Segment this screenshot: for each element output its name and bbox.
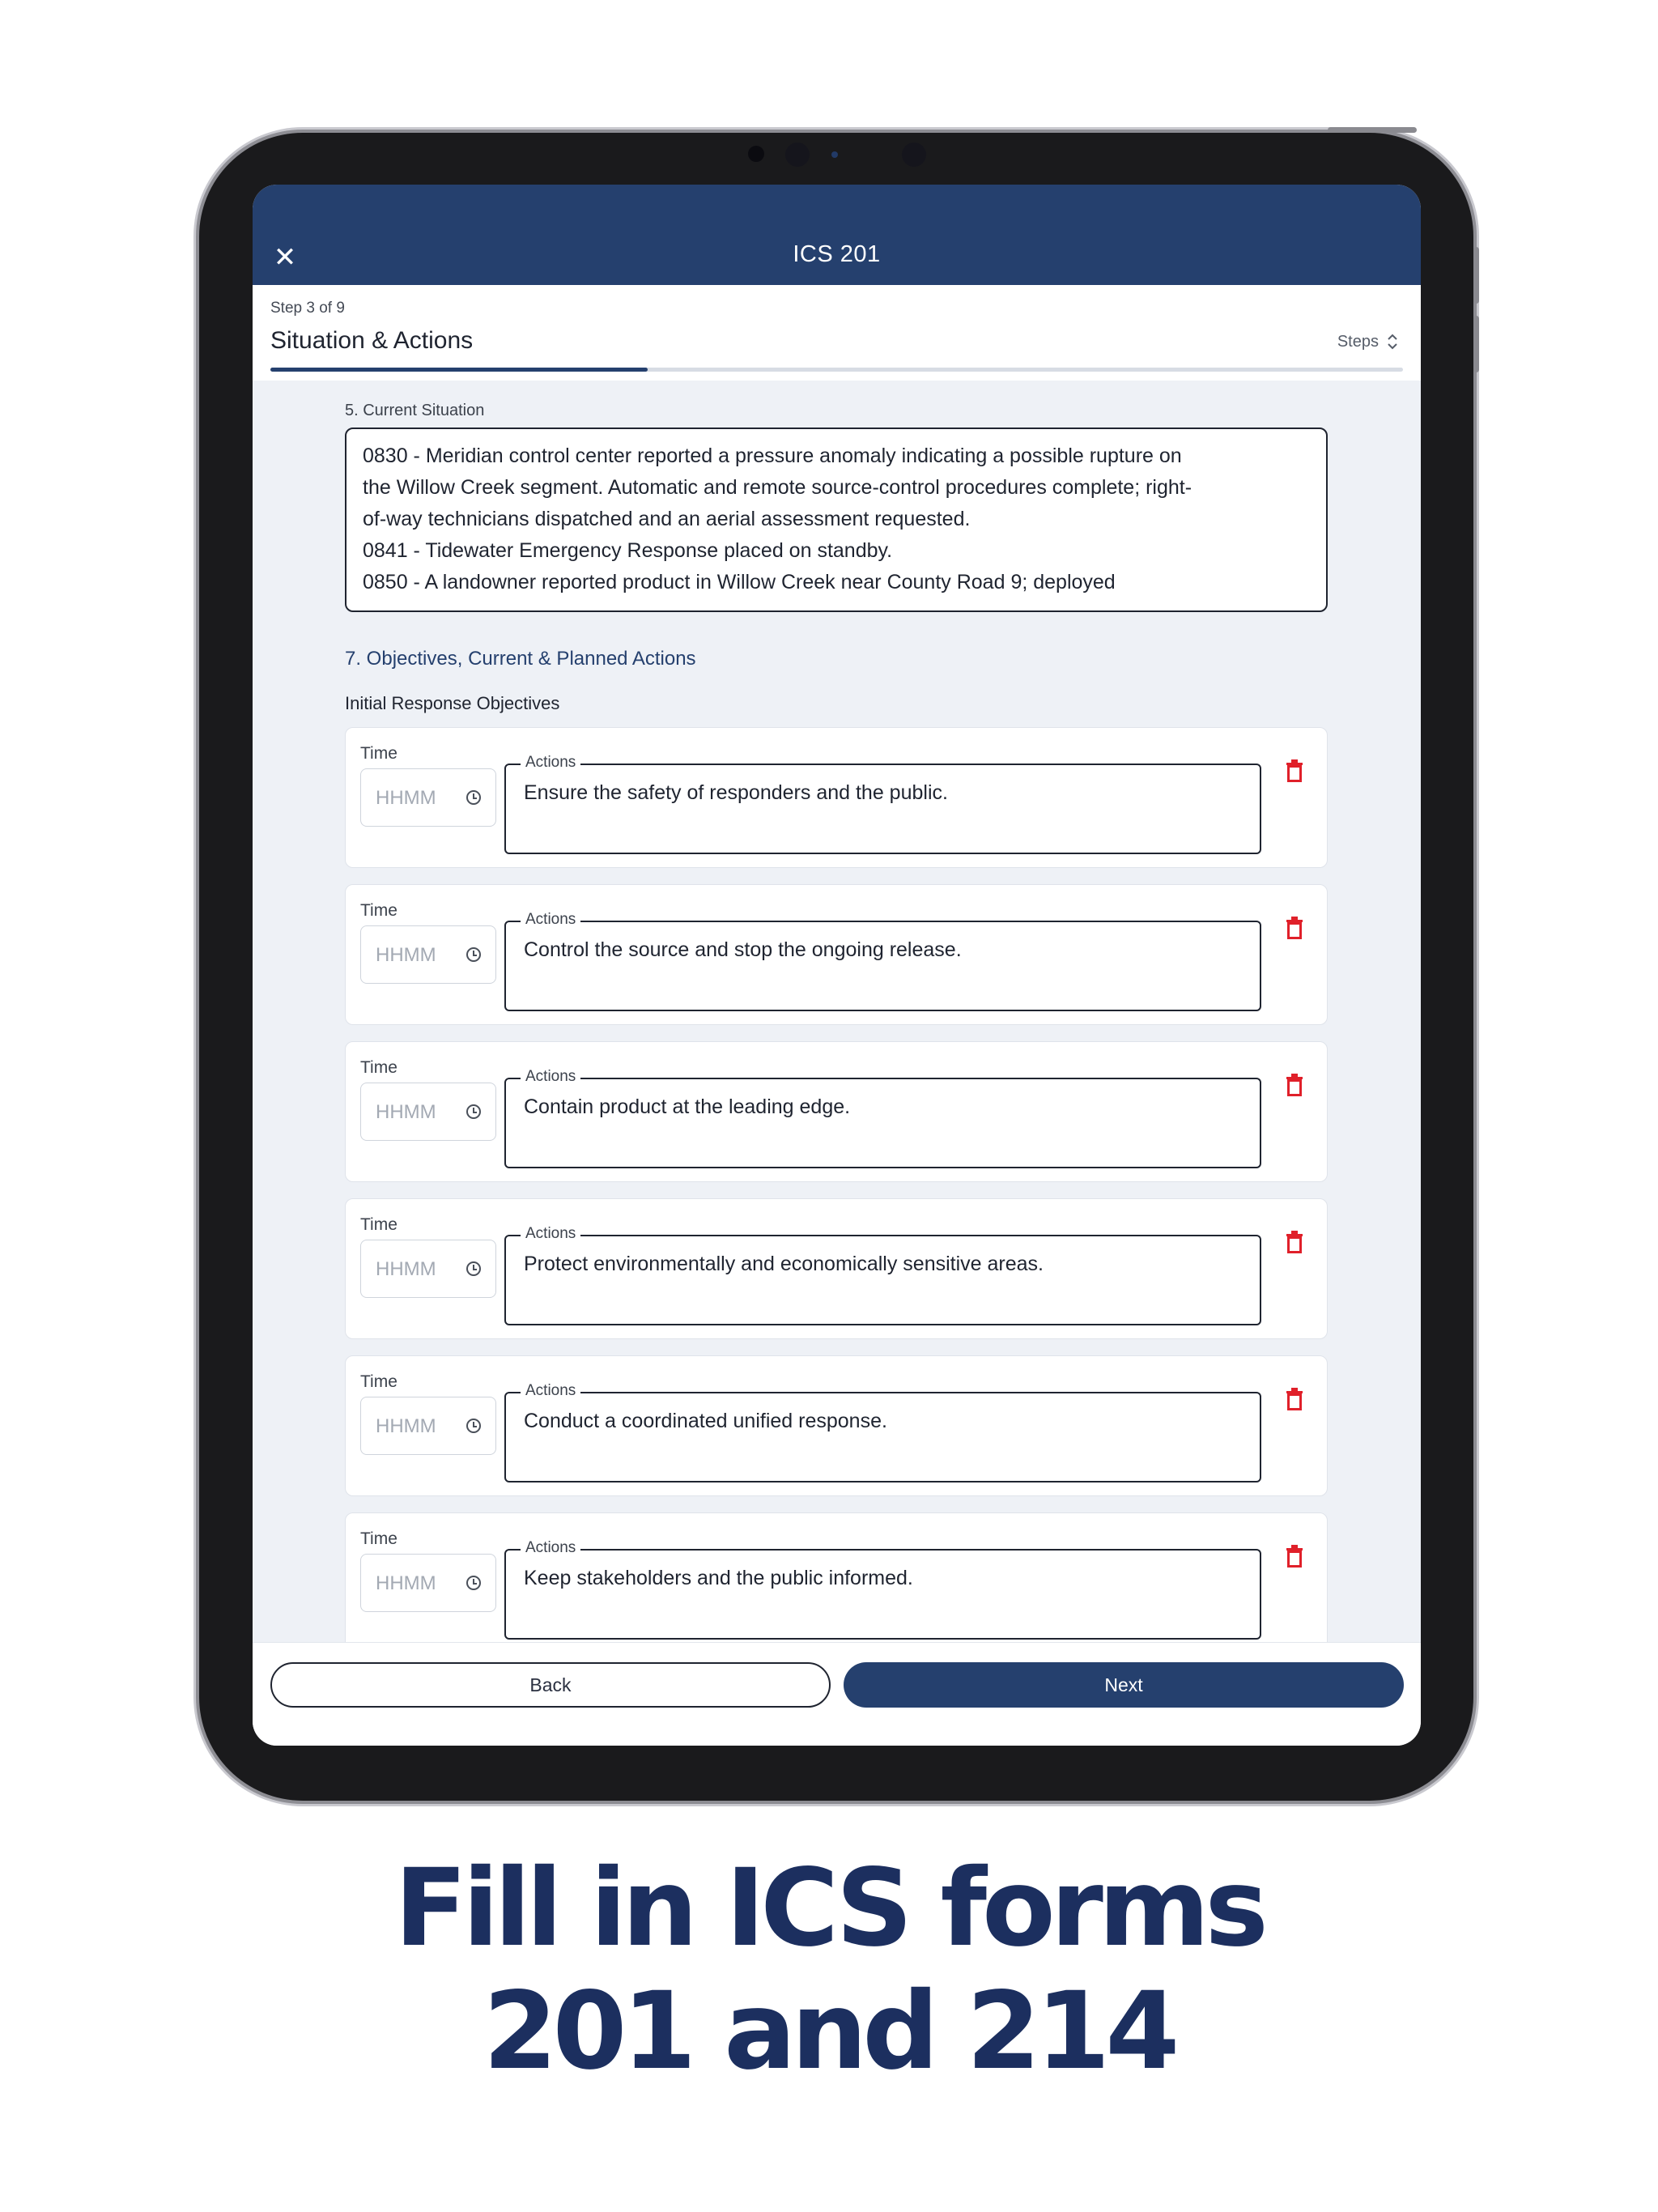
time-input[interactable]: HHMM [360,1083,496,1141]
time-label: Time [360,1058,397,1077]
time-input[interactable]: HHMM [360,925,496,984]
progress-track [270,368,1403,372]
steps-button[interactable]: Steps [1337,332,1398,351]
tablet-volume-down [1473,316,1479,372]
actions-value: Ensure the safety of responders and the … [524,781,948,804]
time-placeholder: HHMM [376,1415,436,1437]
time-placeholder: HHMM [376,1258,436,1280]
clock-icon[interactable] [466,790,481,805]
objective-card: Time HHMM Actions Protect environmentally a… [345,1198,1328,1339]
trash-icon[interactable] [1284,1073,1305,1097]
caption-line-1: Fill in ICS forms [394,1846,1269,1971]
clock-icon[interactable] [466,1104,481,1119]
time-placeholder: HHMM [376,1572,436,1594]
actions-label: Actions [521,1225,581,1243]
actions-field[interactable]: Actions Control the source and stop the o… [504,911,1261,1011]
actions-value: Protect environmentally and economically… [524,1253,1044,1275]
next-button[interactable]: Next [844,1662,1404,1708]
actions-value: Contain product at the leading edge. [524,1095,851,1118]
situation-line: of-way technicians dispatched and an aer… [363,508,971,530]
camera-lens [785,143,810,167]
actions-field[interactable]: Actions Protect environmentally and econo… [504,1225,1261,1325]
trash-icon[interactable] [1284,1387,1305,1411]
camera-sensor [831,151,838,158]
objective-card: Time HHMM Actions Control the source and st… [345,884,1328,1025]
form-content[interactable]: 5. Current Situation 0830 - Meridian con… [253,381,1421,1642]
actions-field[interactable]: Actions Contain product at the leading ed… [504,1068,1261,1168]
situation-line: the Willow Creek segment. Automatic and … [363,476,1192,499]
clock-icon[interactable] [466,947,481,962]
actions-label: Actions [521,754,581,772]
steps-button-label: Steps [1337,332,1379,351]
trash-icon[interactable] [1284,759,1305,783]
objective-card: Time HHMM Actions Contain product at the le… [345,1041,1328,1182]
step-title: Situation & Actions [270,327,474,354]
time-placeholder: HHMM [376,787,436,809]
app-screen: ✕ ICS 201 Step 3 of 9 Situation & Action… [253,185,1421,1746]
current-situation-label: 5. Current Situation [345,402,485,419]
trash-icon[interactable] [1284,1544,1305,1568]
actions-label: Actions [521,1068,581,1086]
step-bar: Step 3 of 9 Situation & Actions Steps [253,285,1421,381]
footer-bar: Back Next [253,1642,1421,1746]
time-input[interactable]: HHMM [360,768,496,827]
time-label: Time [360,901,397,920]
tablet-top-button [1328,127,1417,133]
objective-card: Time HHMM Actions Conduct a coordinated uni… [345,1355,1328,1496]
camera-dot-right [902,143,926,167]
clock-icon[interactable] [466,1261,481,1276]
time-label: Time [360,1215,397,1234]
objective-card: Time HHMM Actions Ensure the safety of resp… [345,727,1328,868]
actions-field[interactable]: Actions Conduct a coordinated unified res… [504,1382,1261,1482]
time-input[interactable]: HHMM [360,1240,496,1298]
time-input[interactable]: HHMM [360,1397,496,1455]
current-situation-textarea[interactable]: 0830 - Meridian control center reported … [345,428,1328,612]
time-placeholder: HHMM [376,944,436,966]
objective-card: Time HHMM Actions Keep stakeholders and the… [345,1512,1328,1642]
progress-fill [270,368,648,372]
actions-field[interactable]: Actions Ensure the safety of responders a… [504,754,1261,854]
app-title: ICS 201 [793,241,881,267]
actions-value: Conduct a coordinated unified response. [524,1410,887,1432]
actions-label: Actions [521,1382,581,1400]
initial-objectives-title: Initial Response Objectives [345,693,560,713]
time-label: Time [360,1529,397,1548]
app-header: ✕ ICS 201 [253,185,1421,285]
chevron-up-down-icon [1388,334,1397,350]
step-counter: Step 3 of 9 [270,300,345,317]
time-label: Time [360,744,397,763]
caption-line-2: 201 and 214 [483,1969,1180,2094]
clock-icon[interactable] [466,1576,481,1590]
trash-icon[interactable] [1284,1230,1305,1254]
situation-line: 0850 - A landowner reported product in W… [363,571,1116,593]
time-input[interactable]: HHMM [360,1554,496,1612]
actions-value: Keep stakeholders and the public informe… [524,1567,913,1589]
actions-label: Actions [521,911,581,929]
camera-dot-left [748,146,764,162]
actions-value: Control the source and stop the ongoing … [524,938,962,961]
objectives-section-title: 7. Objectives, Current & Planned Actions [345,648,696,670]
tablet-volume-up [1473,247,1479,304]
back-button[interactable]: Back [270,1662,831,1708]
time-placeholder: HHMM [376,1101,436,1123]
actions-label: Actions [521,1539,581,1557]
time-label: Time [360,1372,397,1391]
clock-icon[interactable] [466,1419,481,1433]
situation-line: 0841 - Tidewater Emergency Response plac… [363,539,893,562]
actions-field[interactable]: Actions Keep stakeholders and the public … [504,1539,1261,1640]
situation-line: 0830 - Meridian control center reported … [363,445,1182,467]
trash-icon[interactable] [1284,916,1305,940]
